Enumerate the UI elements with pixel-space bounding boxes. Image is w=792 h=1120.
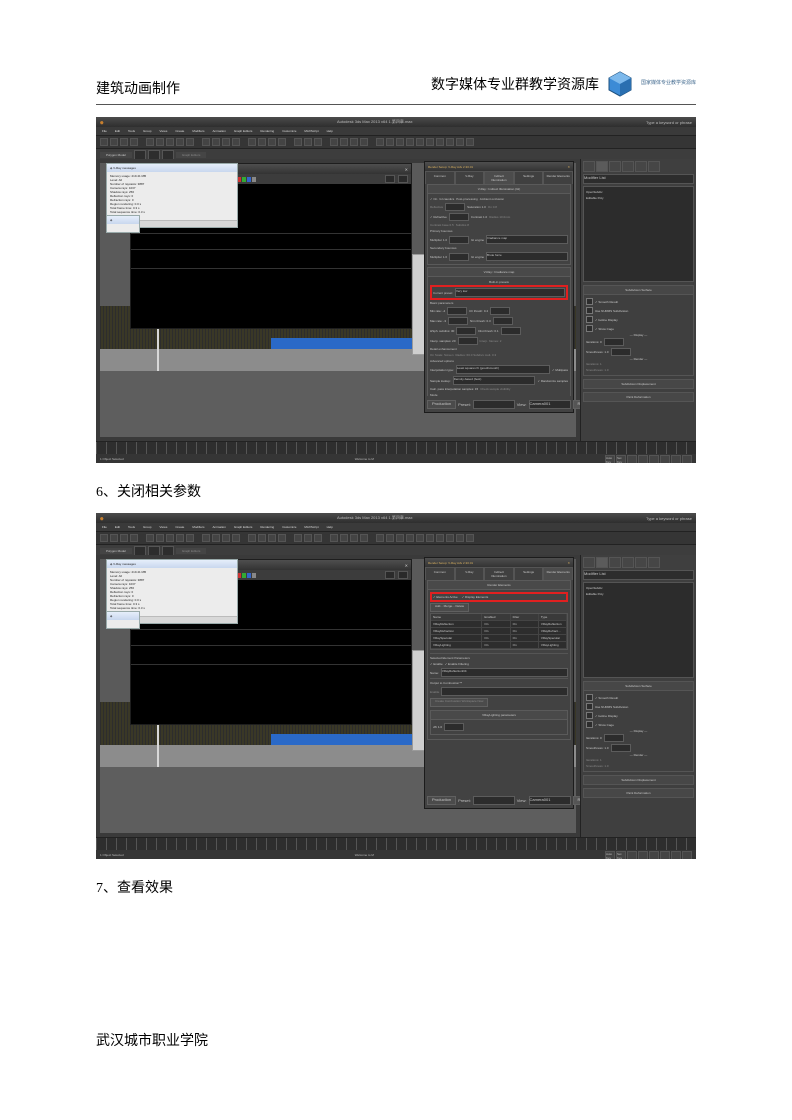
- close-icon[interactable]: ✕: [567, 165, 570, 169]
- modifier-list-dropdown[interactable]: Modifier List: [583, 174, 694, 184]
- doc-title-left: 建筑动画制作: [96, 78, 180, 98]
- primary-engine-dropdown[interactable]: Irradiance map: [486, 235, 568, 244]
- render-setup-tabs[interactable]: CommonV-RayIndirect IlluminationSettings…: [425, 171, 573, 184]
- screenshot-2: ⬣ Autodesk 3ds Max 2013 x64 1.第四章.max Ty…: [96, 513, 696, 859]
- search-box[interactable]: Type a keyword or phrase: [646, 120, 692, 125]
- vray-progress-window[interactable]: ◈: [106, 215, 140, 233]
- highlight-elements-active: ✓ Elements Active✓ Display Elements: [430, 592, 568, 602]
- main-toolbar[interactable]: [96, 136, 696, 149]
- header-rule: [96, 104, 696, 105]
- vray-icon: ◈: [110, 166, 112, 170]
- set-key-button[interactable]: Set Key: [616, 455, 626, 464]
- page-footer: 武汉城市职业学院: [96, 1030, 208, 1050]
- preset-dropdown[interactable]: Very low: [455, 288, 565, 297]
- modifier-stack[interactable]: OpenSubdivEditable Poly: [583, 186, 694, 282]
- menu-bar[interactable]: FileEditToolsGroupViewsCreateModifiersAn…: [96, 127, 696, 136]
- highlight-current-preset: Current preset:Very low: [430, 285, 568, 300]
- render-setup-dialog[interactable]: Render Setup: V-Ray Adv 2.30.01✕ CommonV…: [424, 161, 574, 413]
- screenshot-1: ⬣ Autodesk 3ds Max 2013 x64 1.第四章.max Ty…: [96, 117, 696, 463]
- command-panel[interactable]: Modifier List OpenSubdivEditable Poly Su…: [580, 159, 696, 441]
- app-brand-icon: ⬣: [100, 120, 104, 125]
- add-button[interactable]: Add... Merge... Delete: [430, 603, 469, 612]
- render-elements-table[interactable]: NameEnabledFilterType VRayReflectionOnOn…: [430, 613, 568, 650]
- production-toggle[interactable]: Production: [427, 400, 456, 409]
- step-7: 7、查看效果: [96, 877, 696, 897]
- modify-tab-icon[interactable]: [596, 161, 608, 172]
- step-6: 6、关闭相关参数: [96, 481, 696, 501]
- time-ruler[interactable]: [96, 441, 696, 454]
- brand-logo: [605, 70, 635, 98]
- logo-caption: 国家媒体专业教学资源库: [641, 81, 696, 87]
- doc-title-right: 数字媒体专业群教学资源库: [431, 74, 599, 94]
- app-title: Autodesk 3ds Max 2013 x64 1.第四章.max: [337, 119, 413, 125]
- render-setup-dialog-2[interactable]: Render Setup: V-Ray Adv 2.30.01✕ CommonV…: [424, 557, 574, 809]
- close-icon[interactable]: ✕: [405, 167, 408, 172]
- auto-key-button[interactable]: Auto Key: [605, 455, 615, 464]
- secondary-engine-dropdown[interactable]: Brute force: [486, 252, 568, 261]
